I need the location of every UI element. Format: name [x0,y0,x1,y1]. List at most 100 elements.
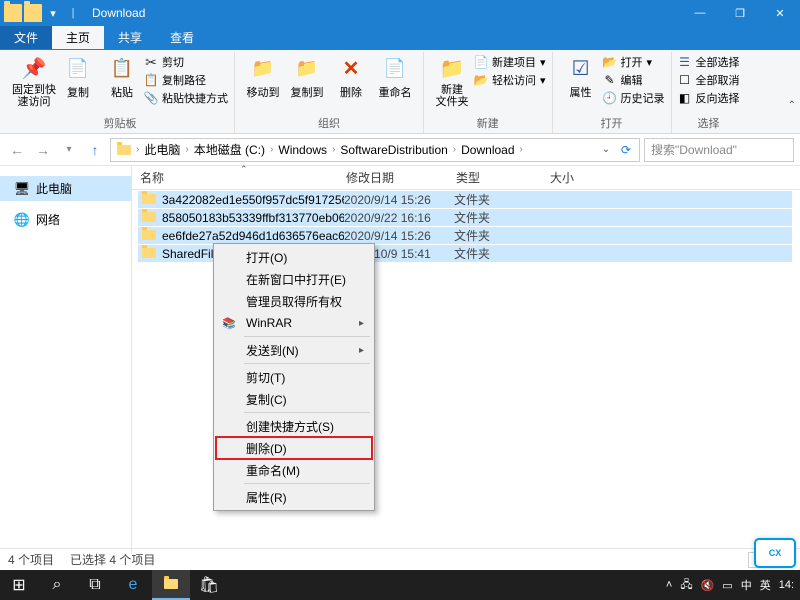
invert-icon: ◧ [678,91,692,105]
crumb-softwaredist[interactable]: SoftwareDistribution [336,143,451,157]
window-titlebar: ▾ | Download — ❐ ✕ [0,0,800,26]
tray-action-icon[interactable]: ▭ [722,579,732,592]
moveto-button[interactable]: 移动到 [241,52,285,100]
paste-icon [108,54,136,82]
column-size[interactable]: 大小 [542,169,622,186]
explorer-body: 此电脑 网络 ⌃ 名称 修改日期 类型 大小 3a422082ed1e550f9… [0,166,800,554]
collapse-ribbon-icon[interactable]: ⌃ [788,100,796,111]
ctx-delete-label: 删除(D) [246,440,287,457]
crumb-c[interactable]: 本地磁盘 (C:) [190,141,269,158]
explorer-task-button[interactable] [152,570,190,600]
newitem-button[interactable]: 📄新建项目 ▾ [474,54,546,70]
rename-button[interactable]: 重命名 [373,52,417,100]
tab-share[interactable]: 共享 [104,26,156,49]
ctx-open[interactable]: 打开(O) [216,246,372,268]
refresh-button[interactable]: ⟳ [617,139,635,161]
maximize-button[interactable]: ❐ [720,0,760,26]
table-row[interactable]: 858050183b53339ffbf313770eb069db2020/9/2… [138,209,792,226]
addr-dropdown-icon[interactable]: ⌄ [597,139,615,161]
tab-file[interactable]: 文件 [0,26,52,49]
properties-button[interactable]: 属性 [559,52,603,100]
selectnone-button[interactable]: ☐全部取消 [678,72,740,88]
tab-home[interactable]: 主页 [52,26,104,49]
sort-indicator-icon: ⌃ [240,164,248,175]
pasteshortcut-button[interactable]: 📎粘贴快捷方式 [144,90,228,106]
submenu-arrow-icon: ▸ [359,318,364,329]
search-button[interactable]: ⌕ [38,570,76,600]
pin-label: 固定到快 速访问 [12,84,56,108]
window-controls: — ❐ ✕ [680,0,800,26]
table-row[interactable]: 3a422082ed1e550f957dc5f9172568622020/9/1… [138,191,792,208]
forward-button[interactable]: → [32,139,54,161]
group-organize: 移动到 复制到 ✕删除 重命名 组织 [235,52,424,133]
ctx-delete[interactable]: 删除(D) [216,437,372,459]
open-button[interactable]: 打开 ▾ [603,54,665,70]
edge-button[interactable]: e [114,570,152,600]
pin-quickaccess-button[interactable]: 📌 固定到快 速访问 [12,52,56,108]
ctx-opennew[interactable]: 在新窗口中打开(E) [216,268,372,290]
column-type[interactable]: 类型 [448,169,542,186]
easyaccess-button[interactable]: 📂轻松访问 ▾ [474,72,546,88]
paste-button[interactable]: 粘贴 [100,52,144,100]
tray-network-icon[interactable]: 🖧 [680,576,692,595]
up-button[interactable]: ↑ [84,139,106,161]
ctx-copy[interactable]: 复制(C) [216,388,372,410]
ctx-admin[interactable]: 管理员取得所有权 [216,290,372,312]
back-button[interactable]: ← [6,139,28,161]
newfolder-label: 新建 文件夹 [436,84,469,108]
ctx-cut[interactable]: 剪切(T) [216,366,372,388]
sidebar-item-network[interactable]: 网络 [0,207,131,232]
invertsel-button[interactable]: ◧反向选择 [678,90,740,106]
delete-label: 删除 [340,84,362,100]
column-date[interactable]: 修改日期 [338,169,448,186]
table-row[interactable]: ee6fde27a52d946d1d636576eac649692020/9/1… [138,227,792,244]
copypath-button[interactable]: 📋 复制路径 [144,72,228,88]
crumb-windows[interactable]: Windows [274,143,331,157]
cut-button[interactable]: 剪切 [144,54,228,70]
copyto-button[interactable]: 复制到 [285,52,329,100]
crumb-download[interactable]: Download [457,143,518,157]
newfolder-button[interactable]: 新建 文件夹 [430,52,474,108]
ctx-properties[interactable]: 属性(R) [216,486,372,508]
status-count: 4 个项目 [8,551,54,568]
tray-ime2[interactable]: 英 [760,577,771,593]
newitem-icon: 📄 [474,55,488,69]
minimize-button[interactable]: — [680,0,720,26]
sidebar-item-thispc[interactable]: 此电脑 [0,176,131,201]
ctx-sendto[interactable]: 发送到(N)▸ [216,339,372,361]
column-name[interactable]: 名称 [132,169,338,186]
tray-up-icon[interactable]: ˄ [666,579,672,591]
tray-time[interactable]: 14: [779,579,794,591]
qat-dropdown-icon[interactable]: ▾ [44,4,62,22]
ctx-open-label: 打开(O) [246,249,287,266]
select-group-label: 选择 [698,115,720,133]
crumb-pc[interactable]: 此电脑 [140,141,184,158]
address-bar[interactable]: › 此电脑› 本地磁盘 (C:)› Windows› SoftwareDistr… [110,138,640,162]
recent-dropdown[interactable]: ▾ [58,139,80,161]
ctx-shortcut[interactable]: 创建快捷方式(S) [216,415,372,437]
crumb-root-icon[interactable] [113,145,135,155]
selectnone-label: 全部取消 [696,72,740,88]
selectall-button[interactable]: 全部选择 [678,54,740,70]
start-button[interactable]: ⊞ [0,570,38,600]
path-icon: 📋 [144,73,158,87]
ctx-winrar[interactable]: WinRAR▸ [216,312,372,334]
copypath-label: 复制路径 [162,72,206,88]
ctx-rename[interactable]: 重命名(M) [216,459,372,481]
file-date: 2020/9/14 15:26 [344,229,454,243]
delete-button[interactable]: ✕删除 [329,52,373,100]
edit-button[interactable]: ✎编辑 [603,72,665,88]
search-input[interactable]: 搜索"Download" [644,138,794,162]
tab-view[interactable]: 查看 [156,26,208,49]
chevron-right-icon[interactable]: › [519,144,524,155]
close-button[interactable]: ✕ [760,0,800,26]
history-button[interactable]: 🕘历史记录 [603,90,665,106]
system-tray: ˄ 🖧 🔇 ▭ 中 英 14: [666,576,800,595]
easyaccess-label: 轻松访问 [492,72,536,88]
tray-volume-icon[interactable]: 🔇 [701,579,715,592]
tray-ime1[interactable]: 中 [741,577,752,593]
copy-button[interactable]: 复制 [56,52,100,100]
group-new: 新建 文件夹 📄新建项目 ▾ 📂轻松访问 ▾ 新建 [424,52,553,133]
store-button[interactable]: 🛍 [190,570,228,600]
taskview-button[interactable]: ⧉ [76,570,114,600]
